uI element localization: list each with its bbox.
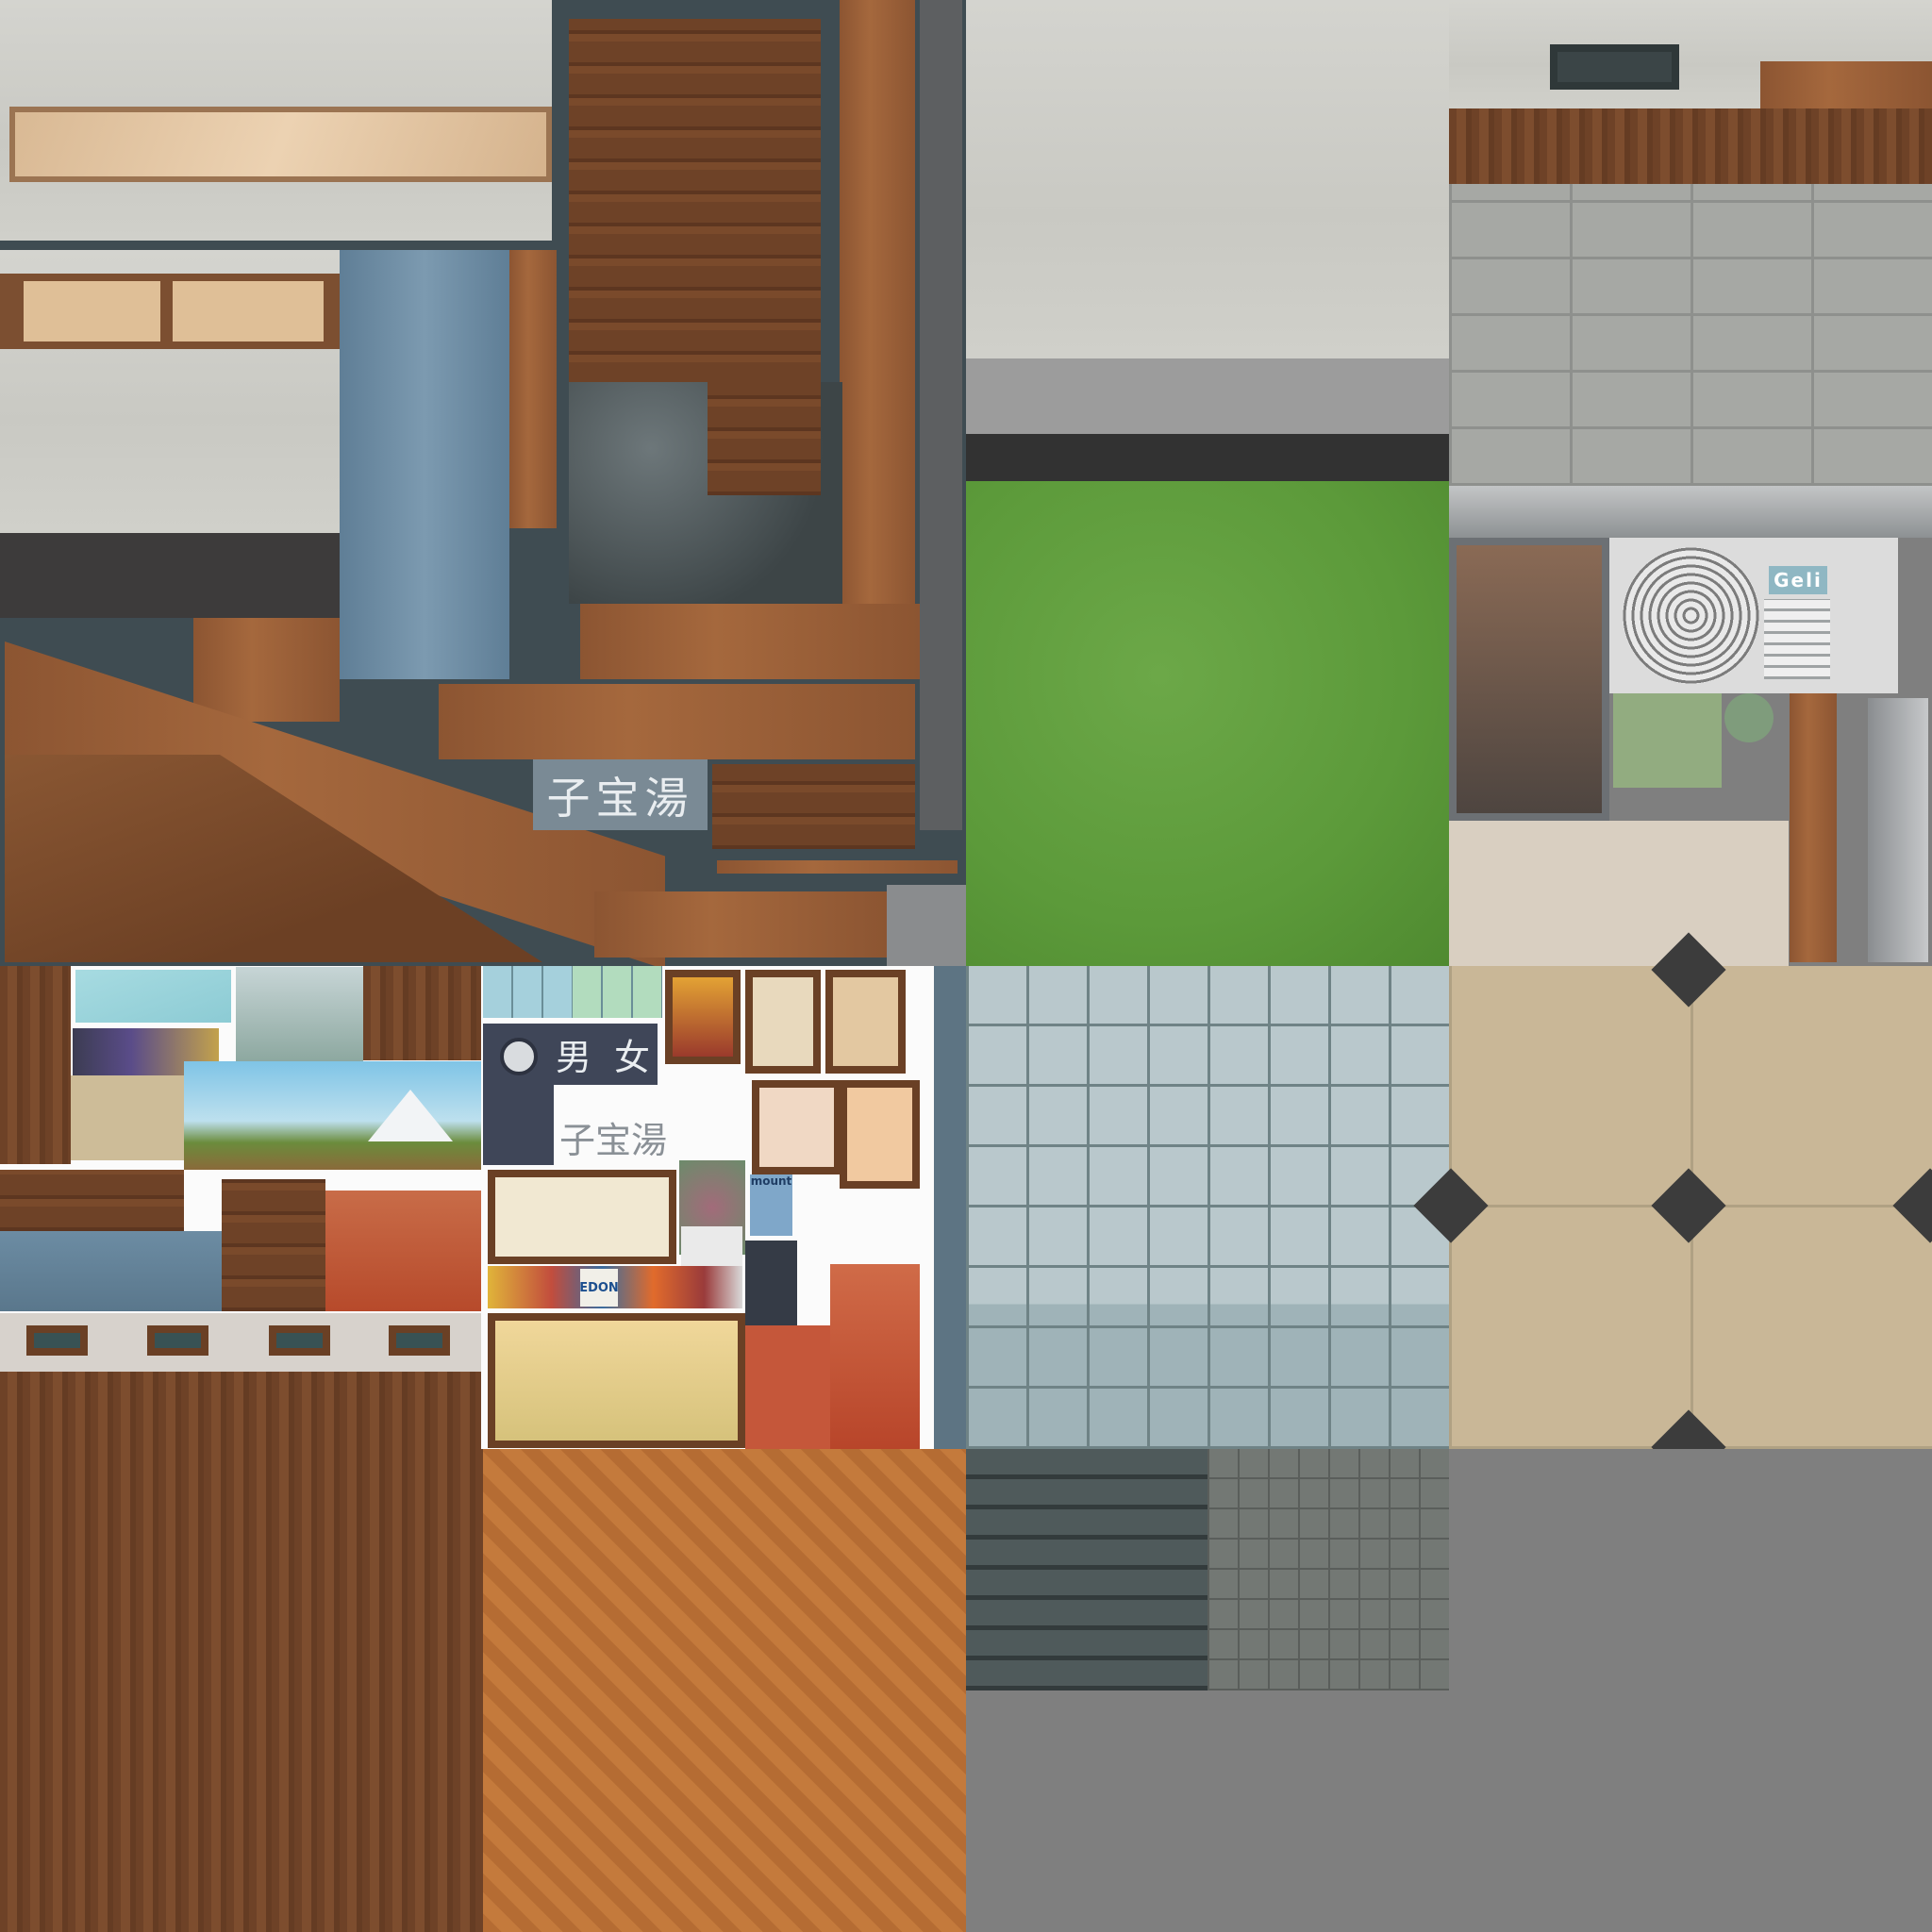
bath-tile-grid xyxy=(966,966,1449,1449)
mirror-panel xyxy=(75,970,231,1023)
wood-plank-panel xyxy=(569,19,821,387)
wood-rail xyxy=(717,860,958,874)
small-window-3 xyxy=(269,1325,330,1356)
small-gray-tiles xyxy=(1208,1449,1449,1690)
wood-wainscot-interior xyxy=(0,1372,481,1449)
clock-icon xyxy=(500,1038,538,1075)
frosted-window-long xyxy=(9,107,552,182)
cloud-carved-beam xyxy=(439,684,915,759)
wood-panel-right xyxy=(712,764,915,849)
transom-window-blue xyxy=(483,966,573,1018)
ac-vent-lines xyxy=(1764,599,1830,679)
shoji-panel-large xyxy=(488,1170,676,1264)
men-women-sign: 男 女 xyxy=(554,1024,658,1085)
tile-mural-landscape xyxy=(236,967,363,1061)
ukiyoe-print-1 xyxy=(665,970,741,1064)
small-window-2 xyxy=(147,1325,208,1356)
dark-notice-board xyxy=(745,1241,797,1325)
red-bench-back xyxy=(830,1264,920,1449)
woven-wood-floor xyxy=(483,1449,966,1932)
small-window-4 xyxy=(389,1325,450,1356)
window-pane-right xyxy=(173,281,324,341)
wall-skirting-light xyxy=(966,358,1449,434)
stone-block-wall xyxy=(1449,184,1932,486)
door-handle-plate xyxy=(1868,698,1928,962)
mount-fuji-mural xyxy=(184,1061,481,1170)
wood-cabinet xyxy=(222,1179,325,1311)
ukiyoe-print-2 xyxy=(745,970,821,1074)
sea-mural-tile xyxy=(71,1075,184,1160)
empty-gray-area xyxy=(966,1690,1932,1932)
red-bench-cushion xyxy=(325,1191,481,1311)
blue-noren-curtain xyxy=(340,250,509,679)
glass-door-panel xyxy=(1449,538,1609,821)
small-window-1 xyxy=(26,1325,88,1356)
mount-poster: mount xyxy=(750,1174,792,1236)
wood-panel-dark xyxy=(363,966,481,1060)
blue-cloth-panel xyxy=(0,1231,222,1311)
bathhouse-name-sign: 子宝湯 xyxy=(533,759,708,830)
wall-skirting-dark xyxy=(966,434,1449,481)
wood-beam-vertical xyxy=(840,0,915,604)
wood-plank-floor xyxy=(0,1449,483,1932)
ukiyoe-print-4 xyxy=(752,1080,841,1174)
green-pipe-panel xyxy=(1613,693,1722,788)
wood-strip-vertical xyxy=(1790,693,1837,962)
slate-trim-strip xyxy=(934,966,966,1449)
wood-block-small xyxy=(708,382,821,495)
dark-baseboard xyxy=(0,533,340,618)
window-pane-left xyxy=(24,281,160,341)
red-bench-side xyxy=(745,1325,830,1449)
carved-bracket xyxy=(193,618,340,722)
empty-gray-area-right xyxy=(1449,1449,1932,1690)
garden-glass-panel xyxy=(488,1313,745,1448)
wood-beam-bottom xyxy=(594,891,887,958)
ac-fan-icon xyxy=(1623,547,1759,684)
transom-window-green xyxy=(573,966,662,1018)
wood-counter-top xyxy=(0,1170,184,1231)
ac-brand-label: Geli xyxy=(1769,566,1827,594)
white-bathhouse-sign: 子宝湯 xyxy=(558,1119,667,1161)
plain-plaster-wall xyxy=(966,0,1449,358)
edon-poster: EDON xyxy=(579,1269,619,1307)
texture-atlas: 子宝湯 Geli 男 女 子宝湯 mount EDON xyxy=(0,0,1932,1932)
roof-tile-texture xyxy=(966,1449,1208,1690)
calendar-sheet xyxy=(681,1226,742,1266)
beige-floor-patch xyxy=(1449,821,1789,966)
stone-strip xyxy=(920,0,962,830)
wood-post-narrow xyxy=(509,250,557,528)
metal-rail xyxy=(1449,486,1932,538)
grass-texture xyxy=(966,481,1449,966)
ukiyoe-print-5 xyxy=(840,1080,920,1189)
ukiyoe-print-3 xyxy=(825,970,906,1074)
wood-wainscot xyxy=(1449,108,1932,184)
wooden-locker-doors xyxy=(0,966,71,1164)
carved-panel xyxy=(1760,61,1932,108)
wood-beam-horizontal xyxy=(580,604,920,679)
concrete-block xyxy=(887,885,966,966)
round-fitting-icon xyxy=(1724,693,1774,742)
vent-grille xyxy=(1550,44,1679,90)
